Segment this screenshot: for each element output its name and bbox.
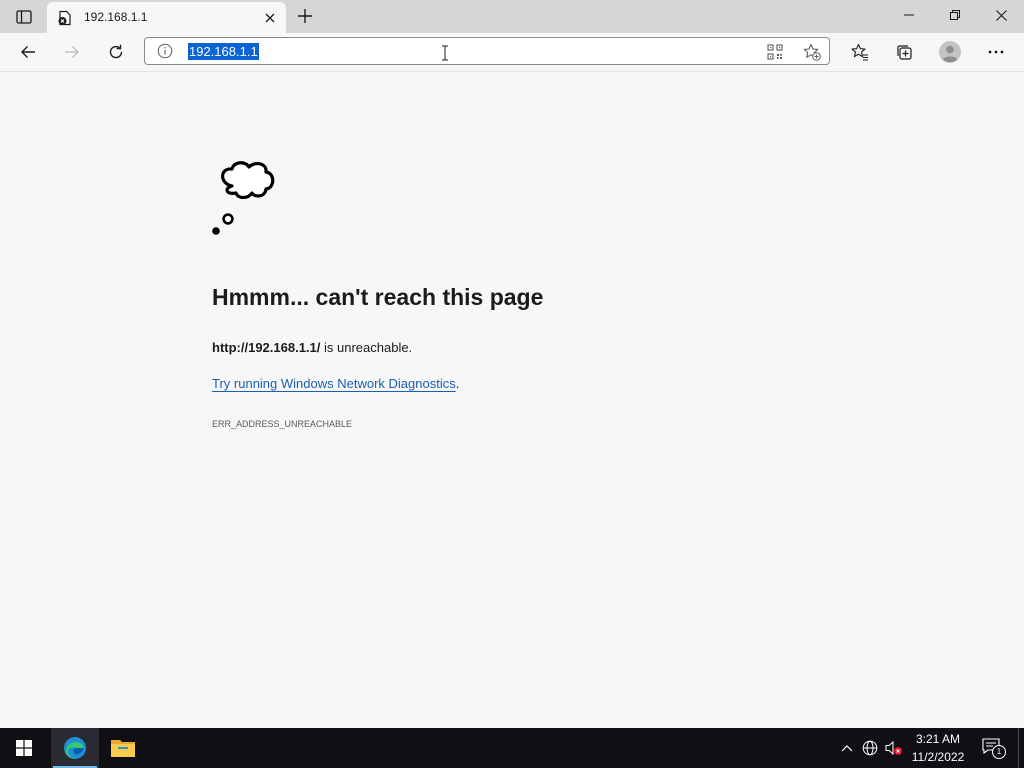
back-button[interactable] — [14, 38, 42, 66]
address-url-text[interactable]: 192.168.1.1 — [188, 43, 259, 60]
info-icon — [157, 43, 173, 59]
text-cursor-icon — [441, 45, 449, 61]
forward-icon — [65, 46, 79, 58]
close-window-button[interactable] — [978, 0, 1024, 30]
tab-favicon — [57, 10, 73, 26]
settings-and-more-button[interactable] — [982, 38, 1010, 66]
new-tab-button[interactable] — [293, 5, 317, 27]
restore-button[interactable] — [932, 0, 978, 30]
new-tab-icon — [298, 9, 312, 23]
unreachable-url: http://192.168.1.1/ — [212, 340, 321, 355]
collections-button[interactable] — [890, 38, 918, 66]
refresh-button[interactable] — [102, 38, 130, 66]
clock-date: 11/2/2022 — [911, 750, 965, 764]
add-favorite-button[interactable] — [803, 43, 821, 61]
site-info-button[interactable] — [157, 43, 173, 59]
qr-code-button[interactable] — [767, 44, 783, 60]
volume-button[interactable] — [885, 739, 903, 757]
add-favorite-icon — [803, 43, 821, 61]
browser-tab[interactable]: 192.168.1.1 — [47, 2, 286, 33]
profile-button[interactable] — [936, 38, 964, 66]
close-icon — [995, 9, 1007, 21]
file-explorer-icon — [111, 740, 135, 757]
show-hidden-icons-button[interactable] — [838, 739, 856, 757]
thought-bubble-icon — [210, 160, 288, 238]
taskbar-edge-button[interactable] — [51, 728, 99, 768]
taskbar-clock[interactable]: 3:21 AM 11/2/2022 — [904, 730, 972, 766]
chevron-up-icon — [841, 745, 853, 752]
windows-start-icon — [16, 740, 32, 756]
minimize-icon — [904, 14, 914, 16]
favorites-button[interactable] — [846, 38, 874, 66]
error-heading: Hmmm... can't reach this page — [212, 284, 544, 310]
profile-icon — [939, 41, 961, 63]
notification-count-badge: 1 — [992, 745, 1006, 759]
diagnostics-message: Try running Windows Network Diagnostics. — [212, 376, 459, 391]
more-icon — [988, 50, 1004, 54]
address-bar[interactable]: 192.168.1.1 — [144, 37, 830, 65]
show-desktop-button[interactable] — [1018, 728, 1024, 768]
action-center-button[interactable]: 1 — [982, 738, 1006, 759]
minimize-button[interactable] — [886, 0, 932, 30]
edge-icon — [64, 737, 86, 759]
diagnostics-suffix: . — [455, 376, 460, 391]
volume-muted-icon — [885, 740, 902, 756]
tab-strip: 192.168.1.1 — [0, 0, 1024, 33]
collections-icon — [897, 45, 912, 60]
start-button[interactable] — [0, 728, 48, 768]
tab-close-button[interactable] — [262, 10, 278, 26]
qr-code-icon — [767, 44, 783, 60]
forward-button[interactable] — [58, 38, 86, 66]
network-button[interactable] — [861, 739, 879, 757]
tab-actions-button[interactable] — [12, 7, 36, 27]
unreachable-message: http://192.168.1.1/ is unreachable. — [212, 340, 412, 355]
refresh-icon — [109, 44, 123, 59]
network-icon — [862, 740, 878, 756]
maximize-icon — [950, 10, 960, 20]
browser-toolbar: 192.168.1.1 — [0, 33, 1024, 72]
taskbar: 3:21 AM 11/2/2022 1 — [0, 728, 1024, 768]
tab-close-icon — [265, 13, 275, 23]
tab-actions-icon — [16, 10, 32, 24]
unreachable-text: is unreachable. — [320, 340, 413, 355]
back-icon — [21, 46, 35, 58]
clock-time: 3:21 AM — [915, 732, 961, 746]
tab-title: 192.168.1.1 — [84, 10, 148, 24]
network-diagnostics-link[interactable]: Try running Windows Network Diagnostics — [212, 376, 456, 391]
taskbar-file-explorer-button[interactable] — [99, 728, 147, 768]
error-code: ERR_ADDRESS_UNREACHABLE — [212, 419, 353, 429]
favorites-icon — [851, 43, 868, 61]
